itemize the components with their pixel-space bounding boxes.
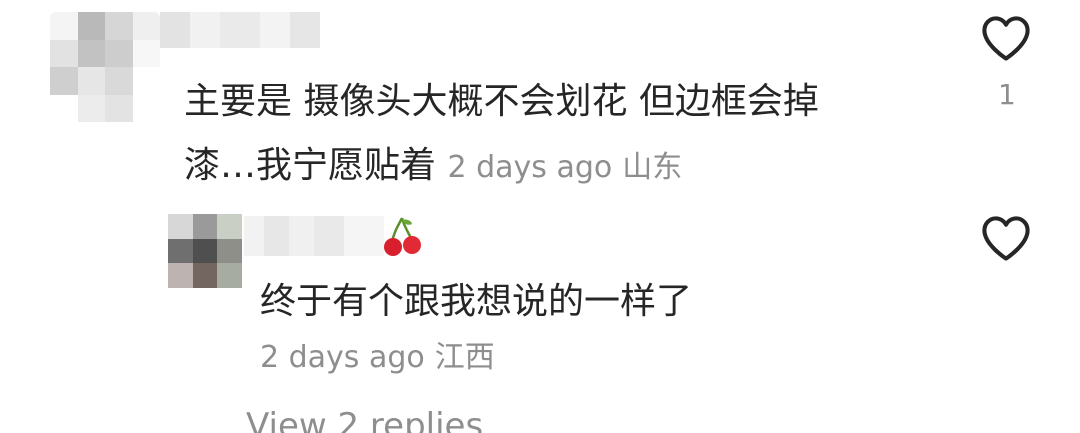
username-blurred[interactable] <box>160 12 320 48</box>
timestamp: 2 days ago <box>447 150 613 185</box>
comment-text: 终于有个跟我想说的一样了 <box>260 281 693 322</box>
comment-meta: 2 days ago 山东 <box>447 150 682 185</box>
avatar[interactable] <box>50 12 160 122</box>
comment-body: 主要是 摄像头大概不会划花 但边框会掉 漆…我宁愿贴着 2 days ago 山东 <box>184 70 944 200</box>
comment-body: 终于有个跟我想说的一样了 2 days ago 江西 <box>260 270 960 382</box>
timestamp: 2 days ago <box>260 340 425 375</box>
heart-outline-icon[interactable] <box>978 212 1034 262</box>
comment-text-line: 漆…我宁愿贴着 <box>184 145 437 186</box>
view-replies-link[interactable]: View 2 replies <box>246 406 483 433</box>
comment-text-line-with-meta: 漆…我宁愿贴着 2 days ago 山东 <box>184 134 944 200</box>
comments-section: 主要是 摄像头大概不会划花 但边框会掉 漆…我宁愿贴着 2 days ago 山东… <box>0 0 1080 433</box>
location-label: 山东 <box>622 150 683 185</box>
heart-outline-icon[interactable] <box>978 12 1034 62</box>
username-blurred[interactable] <box>244 216 384 256</box>
cherry-emoji <box>384 217 421 256</box>
avatar[interactable] <box>168 214 242 288</box>
comment-text-line: 主要是 摄像头大概不会划花 但边框会掉 <box>184 81 819 122</box>
location-label: 江西 <box>434 340 495 375</box>
comment-meta: 2 days ago 江西 <box>260 334 960 382</box>
like-count[interactable]: 1 <box>998 78 1016 111</box>
